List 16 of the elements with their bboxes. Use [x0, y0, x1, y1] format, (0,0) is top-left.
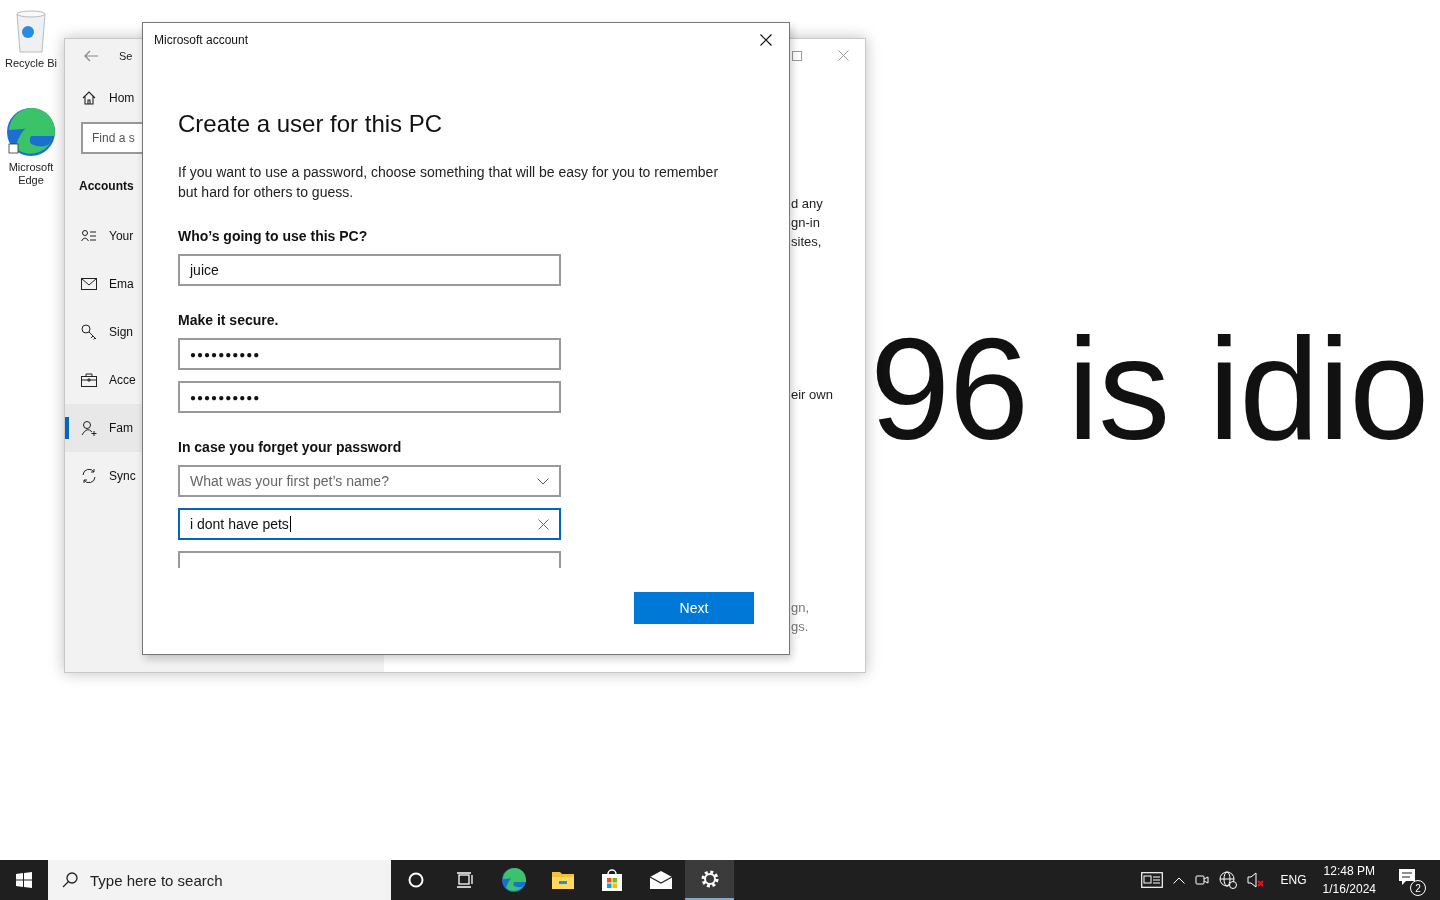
description-text: gn,	[791, 599, 811, 617]
description-text: gn-in	[791, 214, 821, 232]
description-text: sites,	[791, 233, 823, 251]
description-text: gs.	[791, 618, 810, 636]
dialog-heading: Create a user for this PC	[178, 110, 443, 138]
intro-text: If you want to use a password, choose something that will be easy for you to remember but hard for others to guess.	[178, 163, 720, 202]
field-label: In case you forget your password	[178, 439, 402, 455]
notification-count-badge: 2	[1410, 880, 1426, 896]
field-label: Make it secure.	[178, 312, 279, 328]
description-text: d any	[791, 195, 824, 213]
description-text: eir own	[791, 386, 834, 404]
window-title: Se	[119, 50, 133, 62]
wallpaper-text: 96 is idio	[870, 318, 1429, 462]
dialog-title: Microsoft account	[154, 32, 249, 47]
field-label: Who’s going to use this PC?	[178, 228, 368, 244]
section-heading: Accounts	[79, 178, 134, 195]
